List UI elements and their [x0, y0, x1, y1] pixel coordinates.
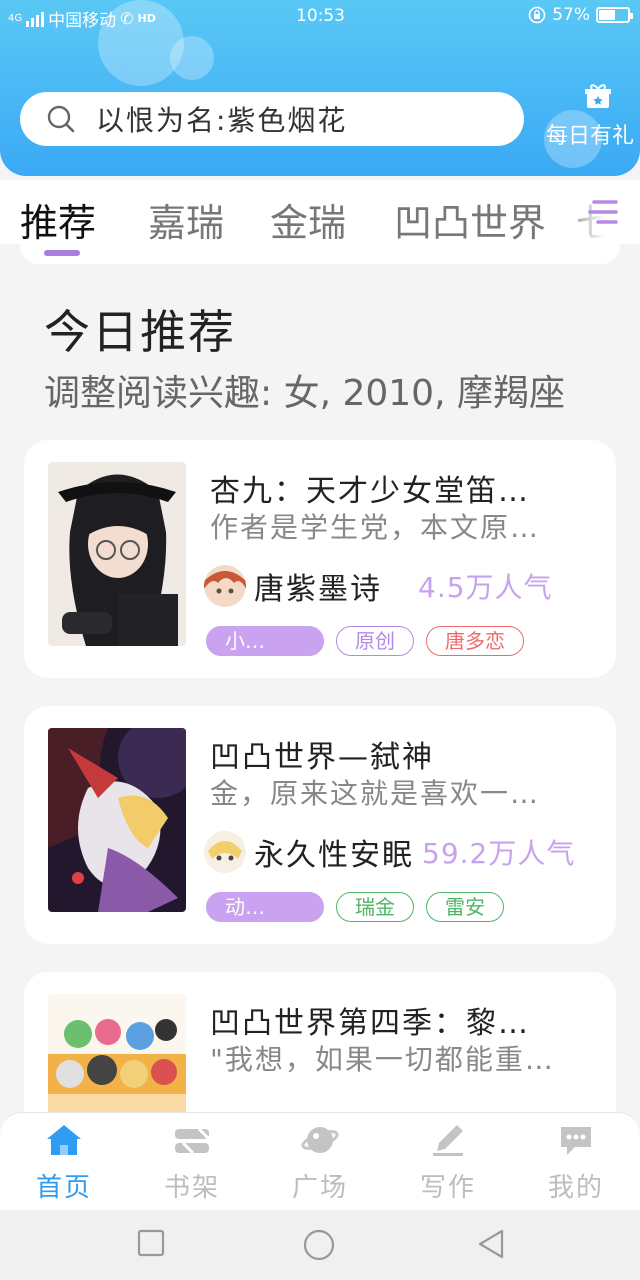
author-row: 唐紫墨诗 4.5万人气 [204, 564, 553, 608]
tag[interactable]: 唐多恋 [426, 626, 524, 656]
book-card[interactable]: 杏九：天才少女堂笛… 作者是学生党，本文原… 唐紫墨诗 4.5万人气 小… 原创… [24, 440, 616, 678]
home-icon [47, 1125, 81, 1155]
tag-list: 小… 原创 唐多恋 [206, 626, 524, 656]
battery-icon [596, 7, 633, 23]
nav-profile[interactable]: 我的 [528, 1123, 624, 1204]
book-card[interactable]: 凹凸世界—弑神 金，原来这就是喜欢一… 永久性安眠 59.2万人气 动… 瑞金 … [24, 706, 616, 944]
decor-bubble [170, 36, 214, 80]
hd-badge: HD [137, 12, 156, 25]
tab-aotu-world[interactable]: 凹凸世界 [394, 192, 546, 247]
network-type: 4G [8, 13, 23, 24]
nav-home[interactable]: 首页 [16, 1123, 112, 1204]
category-menu-icon[interactable] [586, 192, 620, 232]
author-row: 永久性安眠 59.2万人气 [204, 830, 575, 874]
search-query: 以恨为名:紫色烟花 [96, 104, 348, 137]
book-description: "我想，如果一切都能重… [210, 1043, 555, 1076]
tab-recommend[interactable]: 推荐 [20, 192, 96, 247]
app-root: 4G 中国移动 ✆ HD 10:53 57% 以恨为名:紫色烟花 每日有礼 推荐… [0, 0, 640, 1280]
recent-apps-icon[interactable] [136, 1228, 166, 1258]
nav-label: 我的 [547, 1173, 604, 1203]
popularity: 4.5万人气 [418, 571, 553, 604]
header: 4G 中国移动 ✆ HD 10:53 57% 以恨为名:紫色烟花 每日有礼 [0, 0, 640, 176]
carrier-name: 中国移动 [48, 11, 117, 31]
tag[interactable]: 小… [206, 626, 324, 656]
section-title: 今日推荐 [44, 305, 236, 359]
tag[interactable]: 原创 [336, 626, 414, 656]
nav-label: 写作 [419, 1173, 476, 1203]
nav-plaza[interactable]: 广场 [272, 1123, 368, 1204]
back-icon[interactable] [476, 1228, 506, 1260]
tag[interactable]: 动… [206, 892, 324, 922]
status-right: 57% [528, 5, 633, 25]
book-title: 凹凸世界—弑神 [210, 740, 434, 775]
system-nav-bar [0, 1210, 640, 1280]
bottom-nav: 首页 书架 广场 写作 我的 [0, 1112, 640, 1210]
tab-jinrui[interactable]: 金瑞 [270, 192, 346, 247]
call-icon: ✆ [120, 9, 134, 28]
nav-label: 首页 [35, 1173, 92, 1203]
tag-list: 动… 瑞金 雷安 [206, 892, 504, 922]
planet-icon [301, 1127, 339, 1153]
book-cover[interactable] [48, 728, 186, 912]
lock-rotation-icon [528, 6, 546, 24]
tag[interactable]: 雷安 [426, 892, 504, 922]
popularity: 59.2万人气 [422, 837, 576, 870]
pen-icon [433, 1125, 463, 1156]
nav-bookshelf[interactable]: 书架 [144, 1123, 240, 1204]
nav-write[interactable]: 写作 [400, 1123, 496, 1204]
tab-jiarui[interactable]: 嘉瑞 [148, 192, 224, 247]
battery-percent: 57% [552, 5, 590, 25]
book-cover[interactable] [48, 462, 186, 646]
book-description: 作者是学生党，本文原… [210, 511, 541, 544]
carrier-info: 4G 中国移动 ✆ HD [8, 6, 156, 31]
avatar [204, 831, 246, 873]
bookshelf-icon [175, 1127, 211, 1155]
nav-label: 广场 [291, 1173, 348, 1203]
author-name: 永久性安眠 [254, 838, 414, 873]
author-name: 唐紫墨诗 [254, 572, 382, 607]
status-time: 10:53 [296, 6, 345, 26]
banner-edge [20, 240, 620, 264]
chat-icon [561, 1127, 591, 1155]
book-description: 金，原来这就是喜欢一… [210, 777, 541, 810]
home-button-icon[interactable] [302, 1228, 336, 1262]
tag[interactable]: 瑞金 [336, 892, 414, 922]
daily-gift-label: 每日有礼 [546, 124, 635, 149]
status-bar: 4G 中国移动 ✆ HD 10:53 57% [0, 0, 640, 34]
search-bar[interactable]: 以恨为名:紫色烟花 [20, 92, 524, 146]
battery-level [599, 10, 615, 20]
search-icon [47, 105, 75, 133]
category-tabs: 推荐 嘉瑞 金瑞 凹凸世界 七 [0, 180, 640, 247]
active-tab-indicator [44, 250, 80, 256]
nav-label: 书架 [163, 1173, 220, 1203]
signal-icon [26, 11, 45, 27]
book-title: 凹凸世界第四季：黎… [210, 1006, 530, 1041]
gift-icon [585, 84, 611, 108]
book-title: 杏九：天才少女堂笛… [210, 474, 530, 509]
daily-gift-button[interactable]: 每日有礼 [546, 82, 640, 150]
reading-interest-link[interactable]: 调整阅读兴趣: 女, 2010, 摩羯座 [44, 364, 565, 416]
avatar [204, 565, 246, 607]
